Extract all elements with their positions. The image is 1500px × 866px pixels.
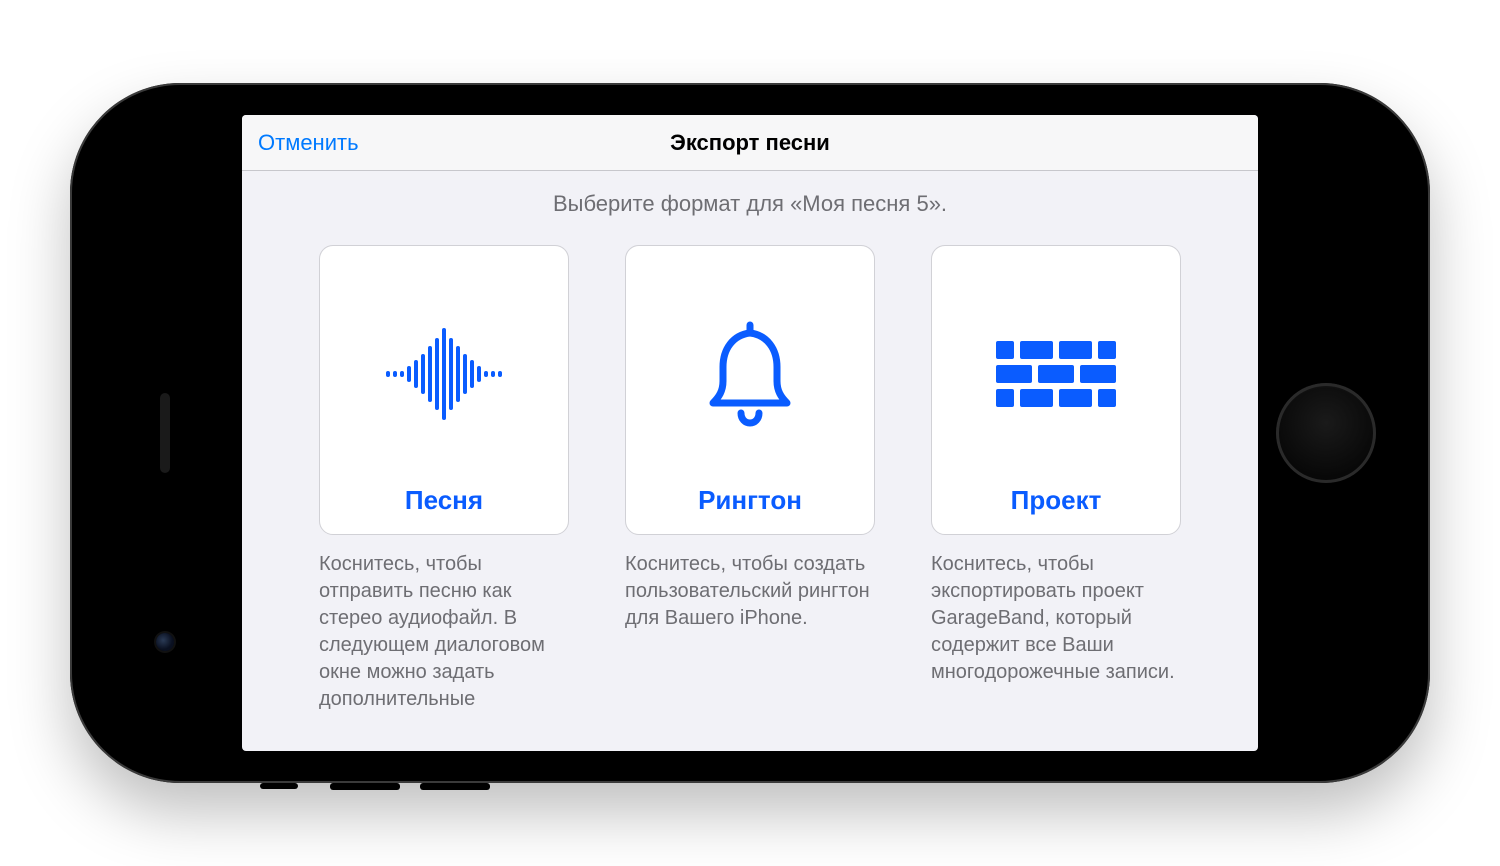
project-icon <box>996 341 1116 407</box>
cancel-button[interactable]: Отменить <box>258 130 359 156</box>
content-area: Выберите формат для «Моя песня 5». <box>242 171 1258 751</box>
card-label: Проект <box>1011 485 1102 516</box>
option-column: Рингтон Коснитесь, чтобы создать пользов… <box>625 245 875 713</box>
export-song-card[interactable]: Песня <box>319 245 569 535</box>
format-prompt: Выберите формат для «Моя песня 5». <box>282 191 1218 217</box>
front-camera <box>156 633 174 651</box>
navigation-bar: Отменить Экспорт песни <box>242 115 1258 171</box>
screen: Отменить Экспорт песни Выберите формат д… <box>242 115 1258 751</box>
export-ringtone-card[interactable]: Рингтон <box>625 245 875 535</box>
home-button[interactable] <box>1276 383 1376 483</box>
mute-switch <box>260 783 298 789</box>
option-description: Коснитесь, чтобы создать пользовательски… <box>625 551 875 632</box>
option-description: Коснитесь, чтобы отправить песню как сте… <box>319 551 569 713</box>
export-project-card[interactable]: Проект <box>931 245 1181 535</box>
option-column: Песня Коснитесь, чтобы отправить песню к… <box>319 245 569 713</box>
volume-up-button <box>330 783 400 790</box>
page-title: Экспорт песни <box>242 130 1258 156</box>
speaker-grille <box>160 393 170 473</box>
card-label: Рингтон <box>698 485 802 516</box>
export-options: Песня Коснитесь, чтобы отправить песню к… <box>282 245 1218 713</box>
option-description: Коснитесь, чтобы экспортировать проект G… <box>931 551 1181 686</box>
card-label: Песня <box>405 485 483 516</box>
waveform-icon <box>386 328 502 420</box>
phone-frame: Отменить Экспорт песни Выберите формат д… <box>70 83 1430 783</box>
option-column: Проект Коснитесь, чтобы экспортировать п… <box>931 245 1181 713</box>
ringtone-icon <box>705 319 795 429</box>
volume-down-button <box>420 783 490 790</box>
